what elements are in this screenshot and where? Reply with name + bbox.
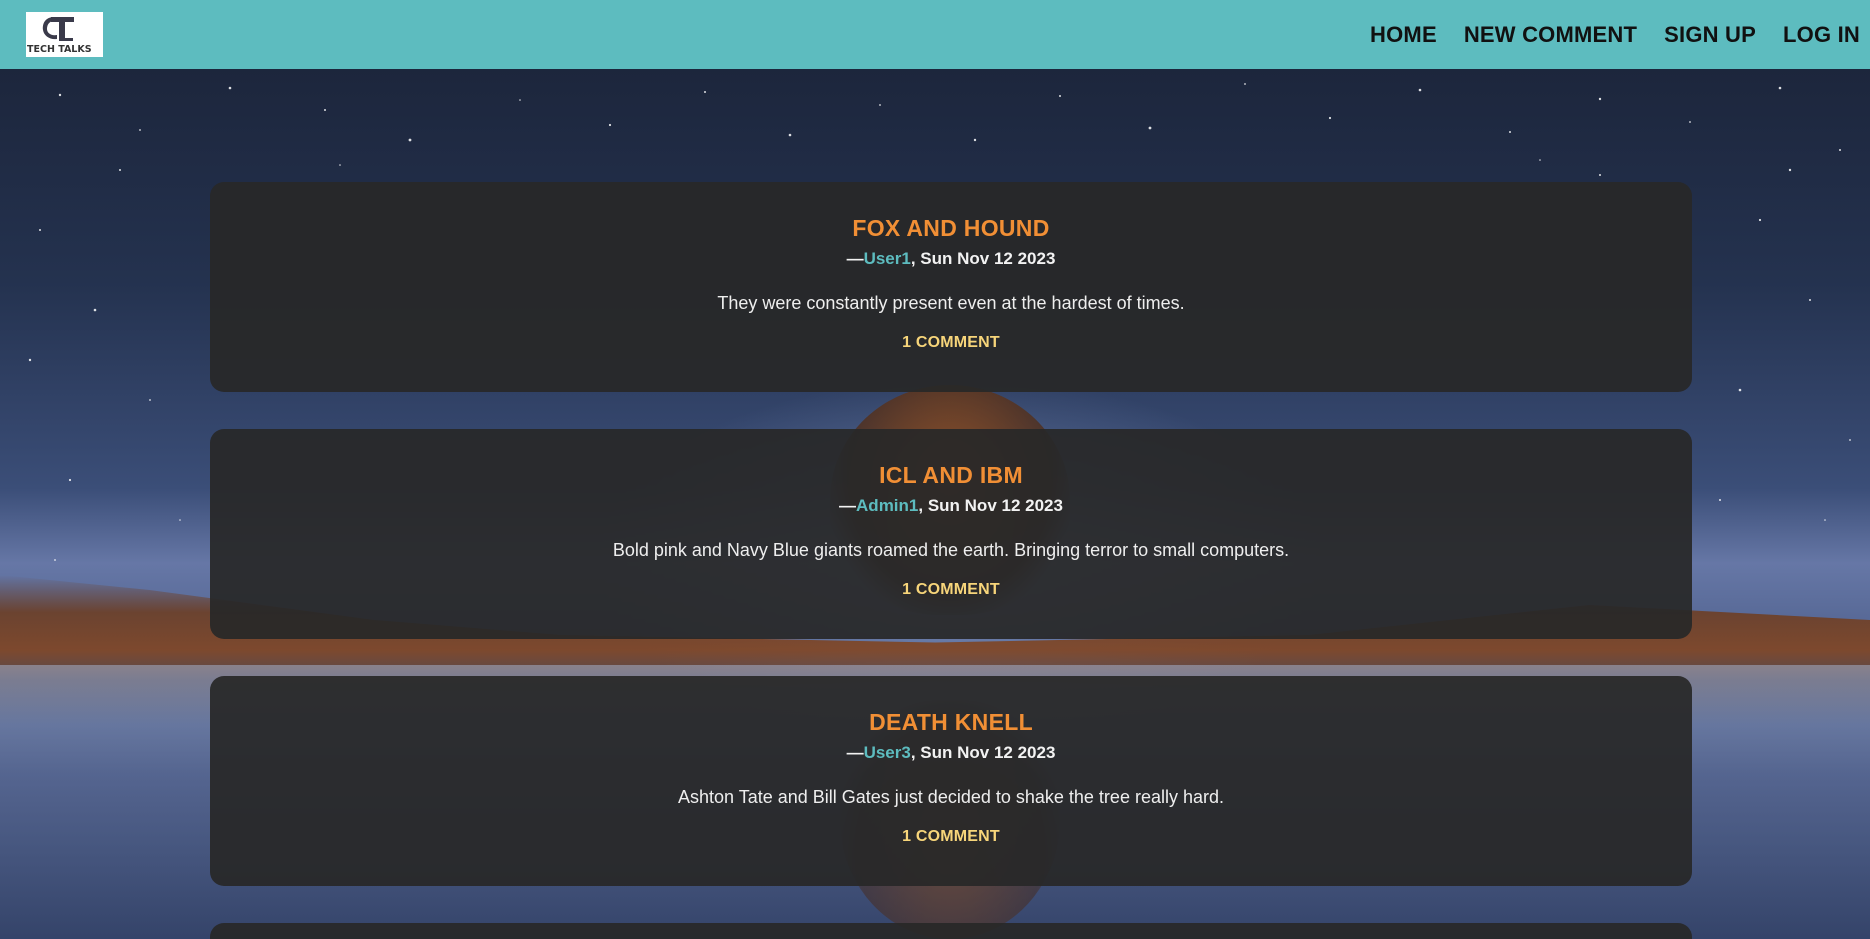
nav-log-in-link[interactable]: LOG IN bbox=[1783, 22, 1860, 48]
tech-talks-logo-icon bbox=[42, 17, 74, 41]
post-title[interactable]: FOX AND HOUND bbox=[210, 215, 1692, 241]
post-comments-link[interactable]: 1 COMMENT bbox=[210, 333, 1692, 353]
post-date: , Sun Nov 12 2023 bbox=[910, 743, 1056, 762]
post-comments-link[interactable]: 1 COMMENT bbox=[210, 827, 1692, 847]
post-dash: — bbox=[846, 743, 864, 762]
post-card: ICL AND IBM —Admin1, Sun Nov 12 2023 Bol… bbox=[210, 429, 1692, 639]
post-author-link[interactable]: Admin1 bbox=[856, 496, 918, 515]
post-meta: —User1, Sun Nov 12 2023 bbox=[210, 248, 1692, 270]
post-date: , Sun Nov 12 2023 bbox=[918, 496, 1063, 515]
top-navbar: TECH TALKS HOME NEW COMMENT SIGN UP LOG … bbox=[0, 0, 1870, 69]
main-nav: HOME NEW COMMENT SIGN UP LOG IN bbox=[1343, 0, 1870, 69]
post-meta: —Admin1, Sun Nov 12 2023 bbox=[210, 495, 1692, 517]
post-card-partial bbox=[210, 923, 1692, 939]
post-dash: — bbox=[839, 496, 857, 515]
post-author-link[interactable]: User3 bbox=[864, 743, 911, 762]
site-logo[interactable]: TECH TALKS bbox=[26, 12, 103, 57]
logo-text: TECH TALKS bbox=[27, 44, 92, 55]
post-meta: —User3, Sun Nov 12 2023 bbox=[210, 742, 1692, 764]
post-body: Ashton Tate and Bill Gates just decided … bbox=[678, 787, 1224, 807]
post-date: , Sun Nov 12 2023 bbox=[910, 249, 1056, 268]
nav-new-comment-link[interactable]: NEW COMMENT bbox=[1464, 22, 1637, 48]
post-comments-link[interactable]: 1 COMMENT bbox=[210, 580, 1692, 600]
post-title[interactable]: DEATH KNELL bbox=[210, 709, 1692, 735]
post-author-link[interactable]: User1 bbox=[864, 249, 911, 268]
post-card: DEATH KNELL —User3, Sun Nov 12 2023 Asht… bbox=[210, 676, 1692, 886]
post-dash: — bbox=[846, 249, 864, 268]
post-card: FOX AND HOUND —User1, Sun Nov 12 2023 Th… bbox=[210, 182, 1692, 392]
post-body: They were constantly present even at the… bbox=[717, 293, 1185, 313]
post-title[interactable]: ICL AND IBM bbox=[210, 462, 1692, 488]
post-body: Bold pink and Navy Blue giants roamed th… bbox=[612, 540, 1290, 560]
nav-home-link[interactable]: HOME bbox=[1370, 22, 1437, 48]
posts-list: FOX AND HOUND —User1, Sun Nov 12 2023 Th… bbox=[210, 182, 1692, 939]
nav-sign-up-link[interactable]: SIGN UP bbox=[1664, 22, 1756, 48]
